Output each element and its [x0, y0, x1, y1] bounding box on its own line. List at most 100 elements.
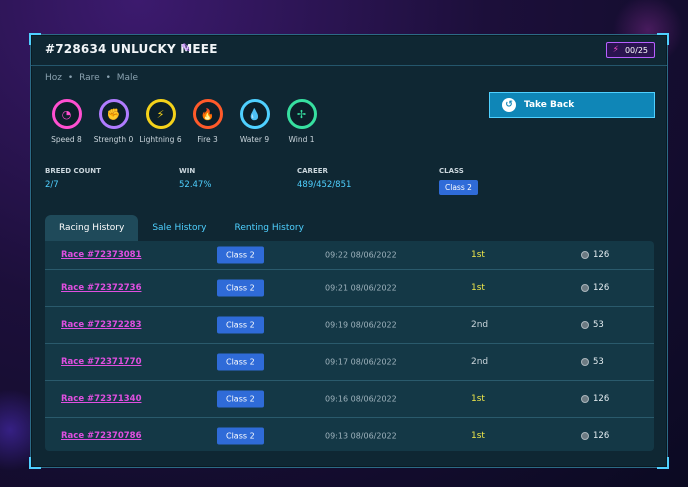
race-time: 09:22 08/06/2022 — [325, 250, 397, 260]
coin-icon — [581, 432, 589, 440]
win-label: WIN — [179, 167, 196, 175]
career-value: 489/452/851 — [297, 180, 352, 190]
meta-gender: Male — [116, 73, 139, 83]
take-back-button[interactable]: ↺ Take Back — [489, 92, 655, 118]
class-badge: Class 2 — [217, 353, 264, 371]
coin-icon — [581, 321, 589, 329]
race-prize: 126 — [581, 283, 609, 293]
race-link[interactable]: Race #72372283 — [61, 320, 141, 330]
stat-label: Speed 8 — [51, 135, 82, 144]
coin-icon — [581, 284, 589, 292]
stat-ring: 💧 — [239, 99, 270, 129]
table-row: Race #72372283 Class 2 09:19 08/06/2022 2nd… — [45, 307, 654, 344]
stat-ring: ✊ — [98, 99, 129, 129]
class-badge: Class 2 — [217, 316, 264, 334]
win-value: 52.47% — [179, 180, 212, 190]
race-placement: 1st — [471, 250, 485, 260]
race-link[interactable]: Race #72371770 — [61, 357, 141, 367]
panel-corner — [657, 457, 669, 469]
stat-item: 🔥 Fire 3 — [184, 99, 231, 144]
race-time: 09:21 08/06/2022 — [325, 283, 397, 293]
lightning-icon: ⚡ — [612, 45, 619, 55]
race-placement: 1st — [471, 431, 485, 441]
win-block: WIN 52.47% — [179, 167, 211, 190]
class-badge: Class 2 — [217, 279, 264, 297]
table-row: Race #72372736 Class 2 09:21 08/06/2022 1st… — [45, 270, 654, 307]
fist-icon: ✊ — [106, 107, 121, 121]
table-row: Race #72370786 Class 2 09:13 08/06/2022 1st… — [45, 418, 654, 451]
tab-renting-history[interactable]: Renting History — [220, 215, 317, 241]
race-time: 09:16 08/06/2022 — [325, 394, 397, 404]
race-placement: 2nd — [471, 320, 489, 330]
prize-value: 53 — [593, 357, 604, 367]
breed-count-block: BREED COUNT 2/7 — [45, 167, 101, 190]
speedometer-icon: ◔ — [61, 107, 72, 121]
class-badge: Class 2 — [217, 390, 264, 408]
career-block: CAREER 489/452/851 — [297, 167, 351, 190]
race-placement: 2nd — [471, 357, 489, 367]
meta-separator: • — [67, 73, 74, 83]
meta-rarity: Rare — [79, 73, 100, 83]
stat-ring: 🔥 — [192, 99, 223, 129]
class-block: CLASS Class 2 — [439, 167, 478, 195]
meta-separator: • — [105, 73, 111, 83]
stat-label: Strength 0 — [93, 135, 134, 144]
stat-ring: ◔ — [51, 99, 82, 129]
race-prize: 126 — [581, 394, 609, 404]
table-row: Race #72371770 Class 2 09:17 08/06/2022 2nd… — [45, 344, 654, 381]
class-badge: Class 2 — [439, 180, 478, 195]
take-back-label: Take Back — [524, 100, 575, 110]
stat-ring: ✢ — [286, 99, 317, 129]
coin-icon — [581, 395, 589, 403]
energy-badge: ⚡ 00/25 — [605, 42, 655, 58]
prize-value: 126 — [593, 283, 610, 293]
take-back-icon: ↺ — [502, 98, 516, 112]
race-link[interactable]: Race #72373081 — [61, 250, 141, 260]
stat-label: Lightning 6 — [139, 135, 182, 144]
stats-row: ◔ Speed 8 ✊ Strength 0 ⚡ Lightning 6 🔥 Fire 3 💧 W… — [43, 99, 325, 144]
fire-icon: 🔥 — [200, 107, 215, 121]
breed-count-label: BREED COUNT — [45, 167, 101, 175]
stat-item: ◔ Speed 8 — [43, 99, 90, 144]
class-label: CLASS — [439, 167, 464, 175]
prize-value: 126 — [593, 250, 610, 260]
coin-icon — [581, 251, 589, 259]
stat-item: ✢ Wind 1 — [278, 99, 325, 144]
horse-meta: Hoz • Rare • Male — [45, 73, 141, 83]
meta-breed: Hoz — [45, 73, 62, 83]
horse-detail-panel: #728634 UNLUCKY MEEE ✎ ⚡ 00/25 Hoz • Rar… — [29, 33, 669, 469]
energy-value: 00/25 — [624, 45, 648, 55]
race-link[interactable]: Race #72370786 — [61, 431, 141, 441]
stat-item: ⚡ Lightning 6 — [137, 99, 184, 144]
stat-ring: ⚡ — [145, 99, 176, 129]
race-prize: 53 — [581, 357, 604, 367]
career-label: CAREER — [297, 167, 328, 175]
table-row: Race #72373081 Class 2 09:22 08/06/2022 1st… — [45, 241, 654, 270]
race-time: 09:13 08/06/2022 — [325, 431, 397, 441]
water-drop-icon: 💧 — [247, 107, 262, 121]
class-badge: Class 2 — [217, 246, 264, 264]
tab-sale-history[interactable]: Sale History — [138, 215, 220, 241]
prize-value: 126 — [593, 431, 610, 441]
table-row: Race #72371340 Class 2 09:16 08/06/2022 1st… — [45, 381, 654, 418]
prize-value: 53 — [593, 320, 604, 330]
race-prize: 53 — [581, 320, 604, 330]
stat-item: 💧 Water 9 — [231, 99, 278, 144]
tab-racing-history[interactable]: Racing History — [45, 215, 139, 241]
edit-icon[interactable]: ✎ — [181, 41, 195, 55]
class-badge: Class 2 — [217, 427, 264, 445]
stat-label: Wind 1 — [288, 135, 315, 144]
prize-value: 126 — [593, 394, 610, 404]
race-prize: 126 — [581, 250, 609, 260]
lightning-icon: ⚡ — [156, 107, 165, 121]
wind-icon: ✢ — [296, 107, 307, 121]
racing-history-table: Race #72373081 Class 2 09:22 08/06/2022 1st… — [45, 241, 654, 451]
race-link[interactable]: Race #72372736 — [61, 283, 141, 293]
coin-icon — [581, 358, 589, 366]
race-placement: 1st — [471, 283, 485, 293]
race-prize: 126 — [581, 431, 609, 441]
history-tabs: Racing History Sale History Renting Hist… — [45, 215, 318, 241]
breed-count-value: 2/7 — [45, 180, 59, 190]
race-time: 09:19 08/06/2022 — [325, 320, 397, 330]
race-link[interactable]: Race #72371340 — [61, 394, 141, 404]
